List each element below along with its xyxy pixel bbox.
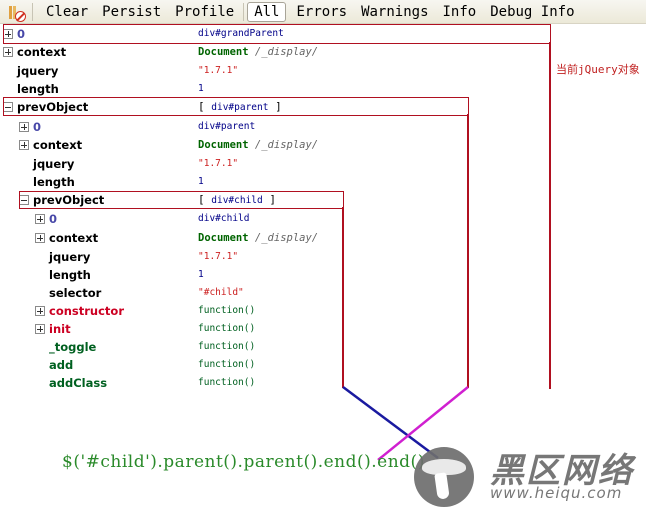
tree-row: _toggle function() bbox=[0, 338, 560, 356]
property-value[interactable]: function() bbox=[198, 338, 255, 356]
property-value: 1 bbox=[198, 176, 204, 187]
property-key: jquery bbox=[49, 250, 91, 264]
property-key: length bbox=[49, 268, 91, 282]
property-key: _toggle bbox=[49, 340, 97, 354]
property-key: selector bbox=[49, 286, 102, 300]
tree-row: jquery "1.7.1" bbox=[0, 248, 560, 266]
tree-row[interactable]: context Document /_display/ bbox=[0, 43, 560, 61]
expand-toggle-icon[interactable] bbox=[35, 233, 45, 243]
watermark-url: www.heiqu.com bbox=[490, 484, 623, 502]
tree-row: length 1 bbox=[0, 266, 560, 284]
property-value: "1.7.1" bbox=[198, 65, 239, 76]
property-value[interactable]: function() bbox=[198, 320, 255, 338]
property-value[interactable]: div#parent bbox=[198, 118, 255, 136]
highlight-box-parent bbox=[3, 97, 469, 116]
tree-row[interactable]: init function() bbox=[0, 320, 560, 338]
expand-toggle-icon[interactable] bbox=[35, 306, 45, 316]
filter-errors-tab[interactable]: Errors bbox=[289, 2, 354, 22]
property-value[interactable]: div#child bbox=[198, 210, 249, 228]
property-key: init bbox=[49, 322, 71, 336]
property-key: jquery bbox=[17, 64, 59, 78]
property-key: context bbox=[17, 45, 67, 59]
tree-row[interactable]: 0 div#parent bbox=[0, 118, 560, 136]
watermark-mushroom-icon bbox=[414, 447, 474, 507]
property-value: 1 bbox=[198, 83, 204, 94]
highlight-box-child bbox=[19, 191, 344, 209]
expand-toggle-icon[interactable] bbox=[35, 324, 45, 334]
property-key: jquery bbox=[33, 157, 75, 171]
document-path: /_display/ bbox=[254, 139, 319, 151]
property-value[interactable]: function() bbox=[198, 356, 255, 374]
document-label: Document bbox=[198, 139, 249, 151]
toolbar-separator bbox=[32, 2, 33, 21]
document-path: /_display/ bbox=[254, 232, 319, 244]
toolbar-separator bbox=[243, 2, 245, 21]
tree-row: addClass function() bbox=[0, 374, 560, 392]
property-key: addClass bbox=[49, 376, 108, 390]
tree-row[interactable]: constructor function() bbox=[0, 302, 560, 320]
tree-row: selector "#child" bbox=[0, 284, 560, 302]
filter-warnings-tab[interactable]: Warnings bbox=[354, 2, 435, 22]
tree-row[interactable]: context Document /_display/ bbox=[0, 229, 560, 247]
highlight-line-child bbox=[342, 207, 344, 388]
expand-toggle-icon[interactable] bbox=[35, 214, 45, 224]
tree-row: jquery "1.7.1" bbox=[0, 62, 560, 80]
tree-row[interactable]: 0 div#child bbox=[0, 210, 560, 228]
property-key: 0 bbox=[49, 212, 58, 226]
property-value[interactable]: Document /_display/ bbox=[198, 136, 318, 154]
document-label: Document bbox=[198, 232, 249, 244]
property-value[interactable]: function() bbox=[198, 302, 255, 320]
property-key: constructor bbox=[49, 304, 124, 318]
code-expression: $('#child').parent().parent().end().end(… bbox=[62, 452, 425, 472]
filter-info-tab[interactable]: Info bbox=[436, 2, 484, 22]
tree-row[interactable]: context Document /_display/ bbox=[0, 136, 560, 154]
persist-button[interactable]: Persist bbox=[95, 2, 168, 22]
property-value[interactable]: Document /_display/ bbox=[198, 229, 318, 247]
highlight-box-grandparent bbox=[3, 24, 551, 44]
tree-row: length 1 bbox=[0, 80, 560, 98]
filter-all-tab[interactable]: All bbox=[247, 1, 287, 22]
document-label: Document bbox=[198, 46, 249, 58]
expand-toggle-icon[interactable] bbox=[19, 140, 29, 150]
highlight-line-parent bbox=[467, 114, 469, 388]
property-value: "1.7.1" bbox=[198, 158, 239, 169]
expand-toggle-icon[interactable] bbox=[3, 47, 13, 57]
property-value[interactable]: function() bbox=[198, 374, 255, 392]
blue-connector-line bbox=[342, 385, 439, 460]
profile-button[interactable]: Profile bbox=[168, 2, 241, 22]
property-value: "1.7.1" bbox=[198, 251, 239, 262]
property-key: context bbox=[49, 231, 99, 245]
property-key: length bbox=[33, 175, 75, 189]
highlight-line-grandparent bbox=[549, 42, 551, 389]
console-toolbar: Clear Persist Profile All Errors Warning… bbox=[0, 0, 646, 24]
tree-row: jquery "1.7.1" bbox=[0, 155, 560, 173]
property-key: 0 bbox=[33, 120, 42, 134]
property-key: add bbox=[49, 358, 74, 372]
tree-row: add function() bbox=[0, 356, 560, 374]
document-path: /_display/ bbox=[254, 46, 319, 58]
property-value: 1 bbox=[198, 269, 204, 280]
property-key: context bbox=[33, 138, 83, 152]
property-key: length bbox=[17, 82, 59, 96]
filter-debug-info-tab[interactable]: Debug Info bbox=[483, 2, 581, 22]
tree-row: length 1 bbox=[0, 173, 560, 191]
property-value[interactable]: Document /_display/ bbox=[198, 43, 318, 61]
property-value: "#child" bbox=[198, 287, 244, 298]
expand-toggle-icon[interactable] bbox=[19, 122, 29, 132]
clear-button[interactable]: Clear bbox=[39, 2, 95, 22]
current-jquery-object-annotation: 当前jQuery对象 bbox=[556, 63, 640, 76]
clear-console-icon[interactable] bbox=[6, 2, 28, 22]
